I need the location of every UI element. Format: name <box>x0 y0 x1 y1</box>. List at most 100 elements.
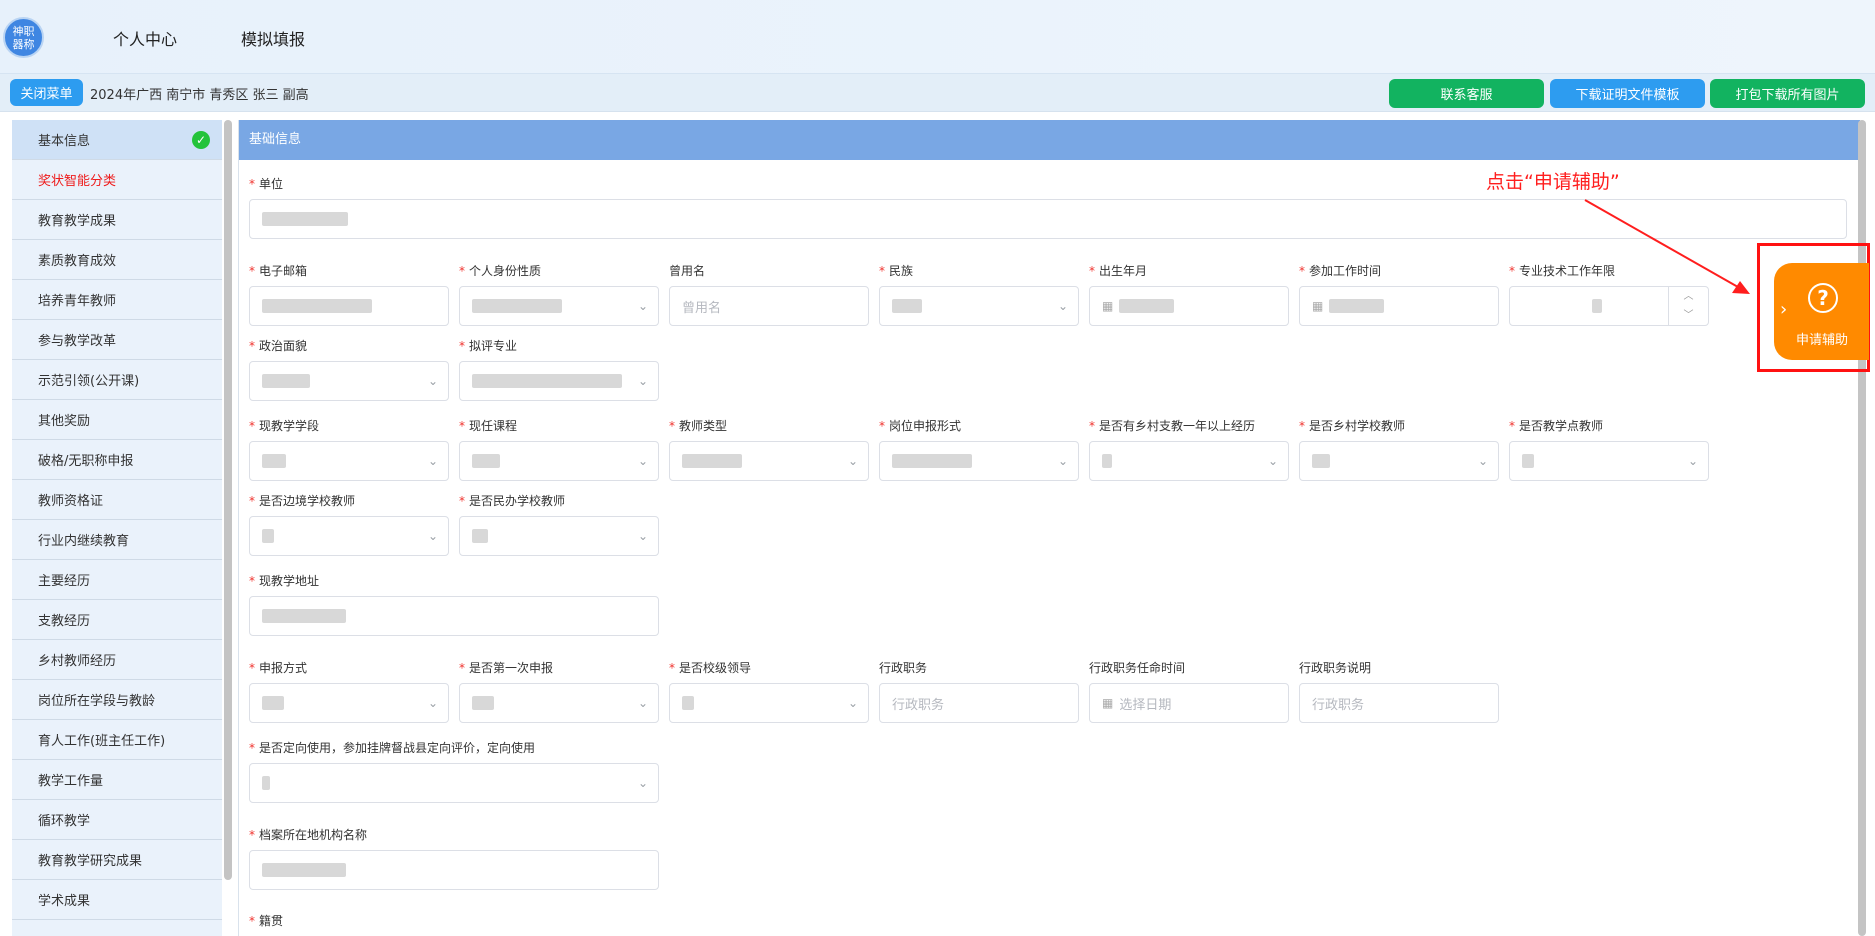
sidebar-item-label: 主要经历 <box>38 574 91 589</box>
sidebar-item[interactable]: 育人工作(班主任工作) <box>12 720 222 760</box>
admin-post-input[interactable]: 行政职务 <box>879 683 1079 723</box>
work-start-field: * 参加工作时间 ▦ <box>1299 262 1499 326</box>
post-form-select[interactable]: ⌄ <box>879 441 1079 481</box>
annotation-text: 点击“申请辅助” <box>1486 171 1620 193</box>
nav-personal-center[interactable]: 个人中心 <box>113 26 177 50</box>
email-field: * 电子邮箱 <box>249 262 449 326</box>
chevron-down-icon: ⌄ <box>427 529 438 543</box>
sidebar-item-basic-info[interactable]: 基本信息 ✓ <box>12 120 222 160</box>
major-select[interactable]: ⌄ <box>459 361 659 401</box>
first-apply-field: * 是否第一次申报 ⌄ <box>459 659 659 723</box>
sidebar-item[interactable]: 培养青年教师 <box>12 280 222 320</box>
ethnicity-select[interactable]: ⌄ <box>879 286 1079 326</box>
sidebar-item-label: 岗位所在学段与教龄 <box>38 694 156 709</box>
border-field: * 是否边境学校教师 ⌄ <box>249 492 449 556</box>
chevron-down-icon: ⌄ <box>1477 454 1488 468</box>
teach-point-field: * 是否教学点教师 ⌄ <box>1509 417 1709 481</box>
chevron-down-icon: ⌄ <box>427 374 438 388</box>
border-select[interactable]: ⌄ <box>249 516 449 556</box>
admin-time-field: 行政职务任命时间 ▦ 选择日期 <box>1089 659 1289 723</box>
chevron-down-icon: ⌄ <box>1267 454 1278 468</box>
teacher-type-field: * 教师类型 ⌄ <box>669 417 869 481</box>
chevron-down-icon: ⌄ <box>427 454 438 468</box>
sidebar-item-label: 教学工作量 <box>38 774 104 789</box>
sidebar-item[interactable]: 教育教学研究成果 <box>12 840 222 880</box>
sidebar-item[interactable]: 岗位所在学段与教龄 <box>12 680 222 720</box>
work-start-date-picker[interactable]: ▦ <box>1299 286 1499 326</box>
sidebar-item-label: 教师资格证 <box>38 494 104 509</box>
annotation-arrow <box>1584 199 1750 294</box>
major-field: * 拟评专业 ⌄ <box>459 337 659 401</box>
toolbar: 关闭菜单 2024年广西 南宁市 青秀区 张三 副高 联系客服 下载证明文件模板… <box>0 74 1875 112</box>
sidebar-item[interactable]: 教育教学成果 <box>12 200 222 240</box>
sidebar-item[interactable]: 支教经历 <box>12 600 222 640</box>
sidebar-scrollbar[interactable] <box>224 120 232 880</box>
teacher-type-select[interactable]: ⌄ <box>669 441 869 481</box>
panel-title: 基础信息 <box>239 120 1860 160</box>
close-menu-button[interactable]: 关闭菜单 <box>10 79 83 106</box>
sidebar-item[interactable]: 示范引领(公开课) <box>12 360 222 400</box>
archive-input[interactable] <box>249 850 659 890</box>
chevron-down-icon: ⌄ <box>637 374 648 388</box>
chevron-right-icon: › <box>1780 299 1788 320</box>
email-input[interactable] <box>249 286 449 326</box>
birth-date-picker[interactable]: ▦ <box>1089 286 1289 326</box>
teach-point-select[interactable]: ⌄ <box>1509 441 1709 481</box>
school-leader-field: * 是否校级领导 ⌄ <box>669 659 869 723</box>
former-name-input[interactable]: 曾用名 <box>669 286 869 326</box>
sidebar-item[interactable]: 行业内继续教育 <box>12 520 222 560</box>
sidebar-item[interactable]: 主要经历 <box>12 560 222 600</box>
sidebar-item[interactable]: 破格/无职称申报 <box>12 440 222 480</box>
top-bar: 神职 器称 个人中心 模拟填报 <box>0 0 1875 74</box>
sidebar-item[interactable]: 其他奖励 <box>12 400 222 440</box>
admin-time-date-picker[interactable]: ▦ 选择日期 <box>1089 683 1289 723</box>
chevron-down-icon: ⌄ <box>637 696 648 710</box>
native-field: * 籍贯 <box>249 914 284 928</box>
politics-select[interactable]: ⌄ <box>249 361 449 401</box>
calendar-icon: ▦ <box>1312 299 1324 313</box>
admin-desc-input[interactable]: 行政职务 <box>1299 683 1499 723</box>
birth-field: * 出生年月 ▦ <box>1089 262 1289 326</box>
chevron-down-icon: ⌄ <box>847 696 858 710</box>
rural-teacher-select[interactable]: ⌄ <box>1299 441 1499 481</box>
sidebar-item[interactable]: 学术成果 <box>12 880 222 920</box>
school-leader-select[interactable]: ⌄ <box>669 683 869 723</box>
sidebar-item-label: 培养青年教师 <box>38 294 117 309</box>
calendar-icon: ▦ <box>1102 696 1114 710</box>
chevron-down-icon: ⌄ <box>637 776 648 790</box>
stage-select[interactable]: ⌄ <box>249 441 449 481</box>
sidebar-item-label: 行业内继续教育 <box>38 534 130 549</box>
directed-select[interactable]: ⌄ <box>249 763 659 803</box>
contact-support-button[interactable]: 联系客服 <box>1389 79 1544 108</box>
ethnicity-field: * 民族 ⌄ <box>879 262 1079 326</box>
sidebar-item[interactable]: 素质教育成效 <box>12 240 222 280</box>
calendar-icon: ▦ <box>1102 299 1114 313</box>
chevron-down-icon: ⌄ <box>847 454 858 468</box>
chevron-down-icon: ⌄ <box>1057 454 1068 468</box>
apply-method-select[interactable]: ⌄ <box>249 683 449 723</box>
help-assist-button[interactable]: › ? 申请辅助 <box>1774 263 1869 360</box>
sidebar-item[interactable]: 教学工作量 <box>12 760 222 800</box>
chevron-down-icon: ⌄ <box>637 529 648 543</box>
identity-select[interactable]: ⌄ <box>459 286 659 326</box>
logo: 神职 器称 <box>3 17 44 58</box>
first-apply-select[interactable]: ⌄ <box>459 683 659 723</box>
sidebar-item-label: 基本信息 <box>38 134 91 149</box>
sidebar-item-label: 育人工作(班主任工作) <box>38 734 166 749</box>
sidebar-item[interactable]: 教师资格证 <box>12 480 222 520</box>
download-template-button[interactable]: 下载证明文件模板 <box>1550 79 1705 108</box>
sidebar-item[interactable]: 参与教学改革 <box>12 320 222 360</box>
sidebar-item[interactable]: 循环教学 <box>12 800 222 840</box>
address-input[interactable] <box>249 596 659 636</box>
chevron-down-icon: ⌄ <box>427 696 438 710</box>
private-select[interactable]: ⌄ <box>459 516 659 556</box>
rural-support-select[interactable]: ⌄ <box>1089 441 1289 481</box>
nav-mock-fill[interactable]: 模拟填报 <box>241 26 305 50</box>
sidebar-item-award-classify[interactable]: 奖状智能分类 <box>12 160 222 200</box>
sidebar-item[interactable]: 乡村教师经历 <box>12 640 222 680</box>
help-assist-label: 申请辅助 <box>1796 333 1849 348</box>
archive-field: * 档案所在地机构名称 <box>249 826 659 890</box>
chevron-down-icon: ⌄ <box>637 299 648 313</box>
download-all-images-button[interactable]: 打包下载所有图片 <box>1710 79 1865 108</box>
course-select[interactable]: ⌄ <box>459 441 659 481</box>
